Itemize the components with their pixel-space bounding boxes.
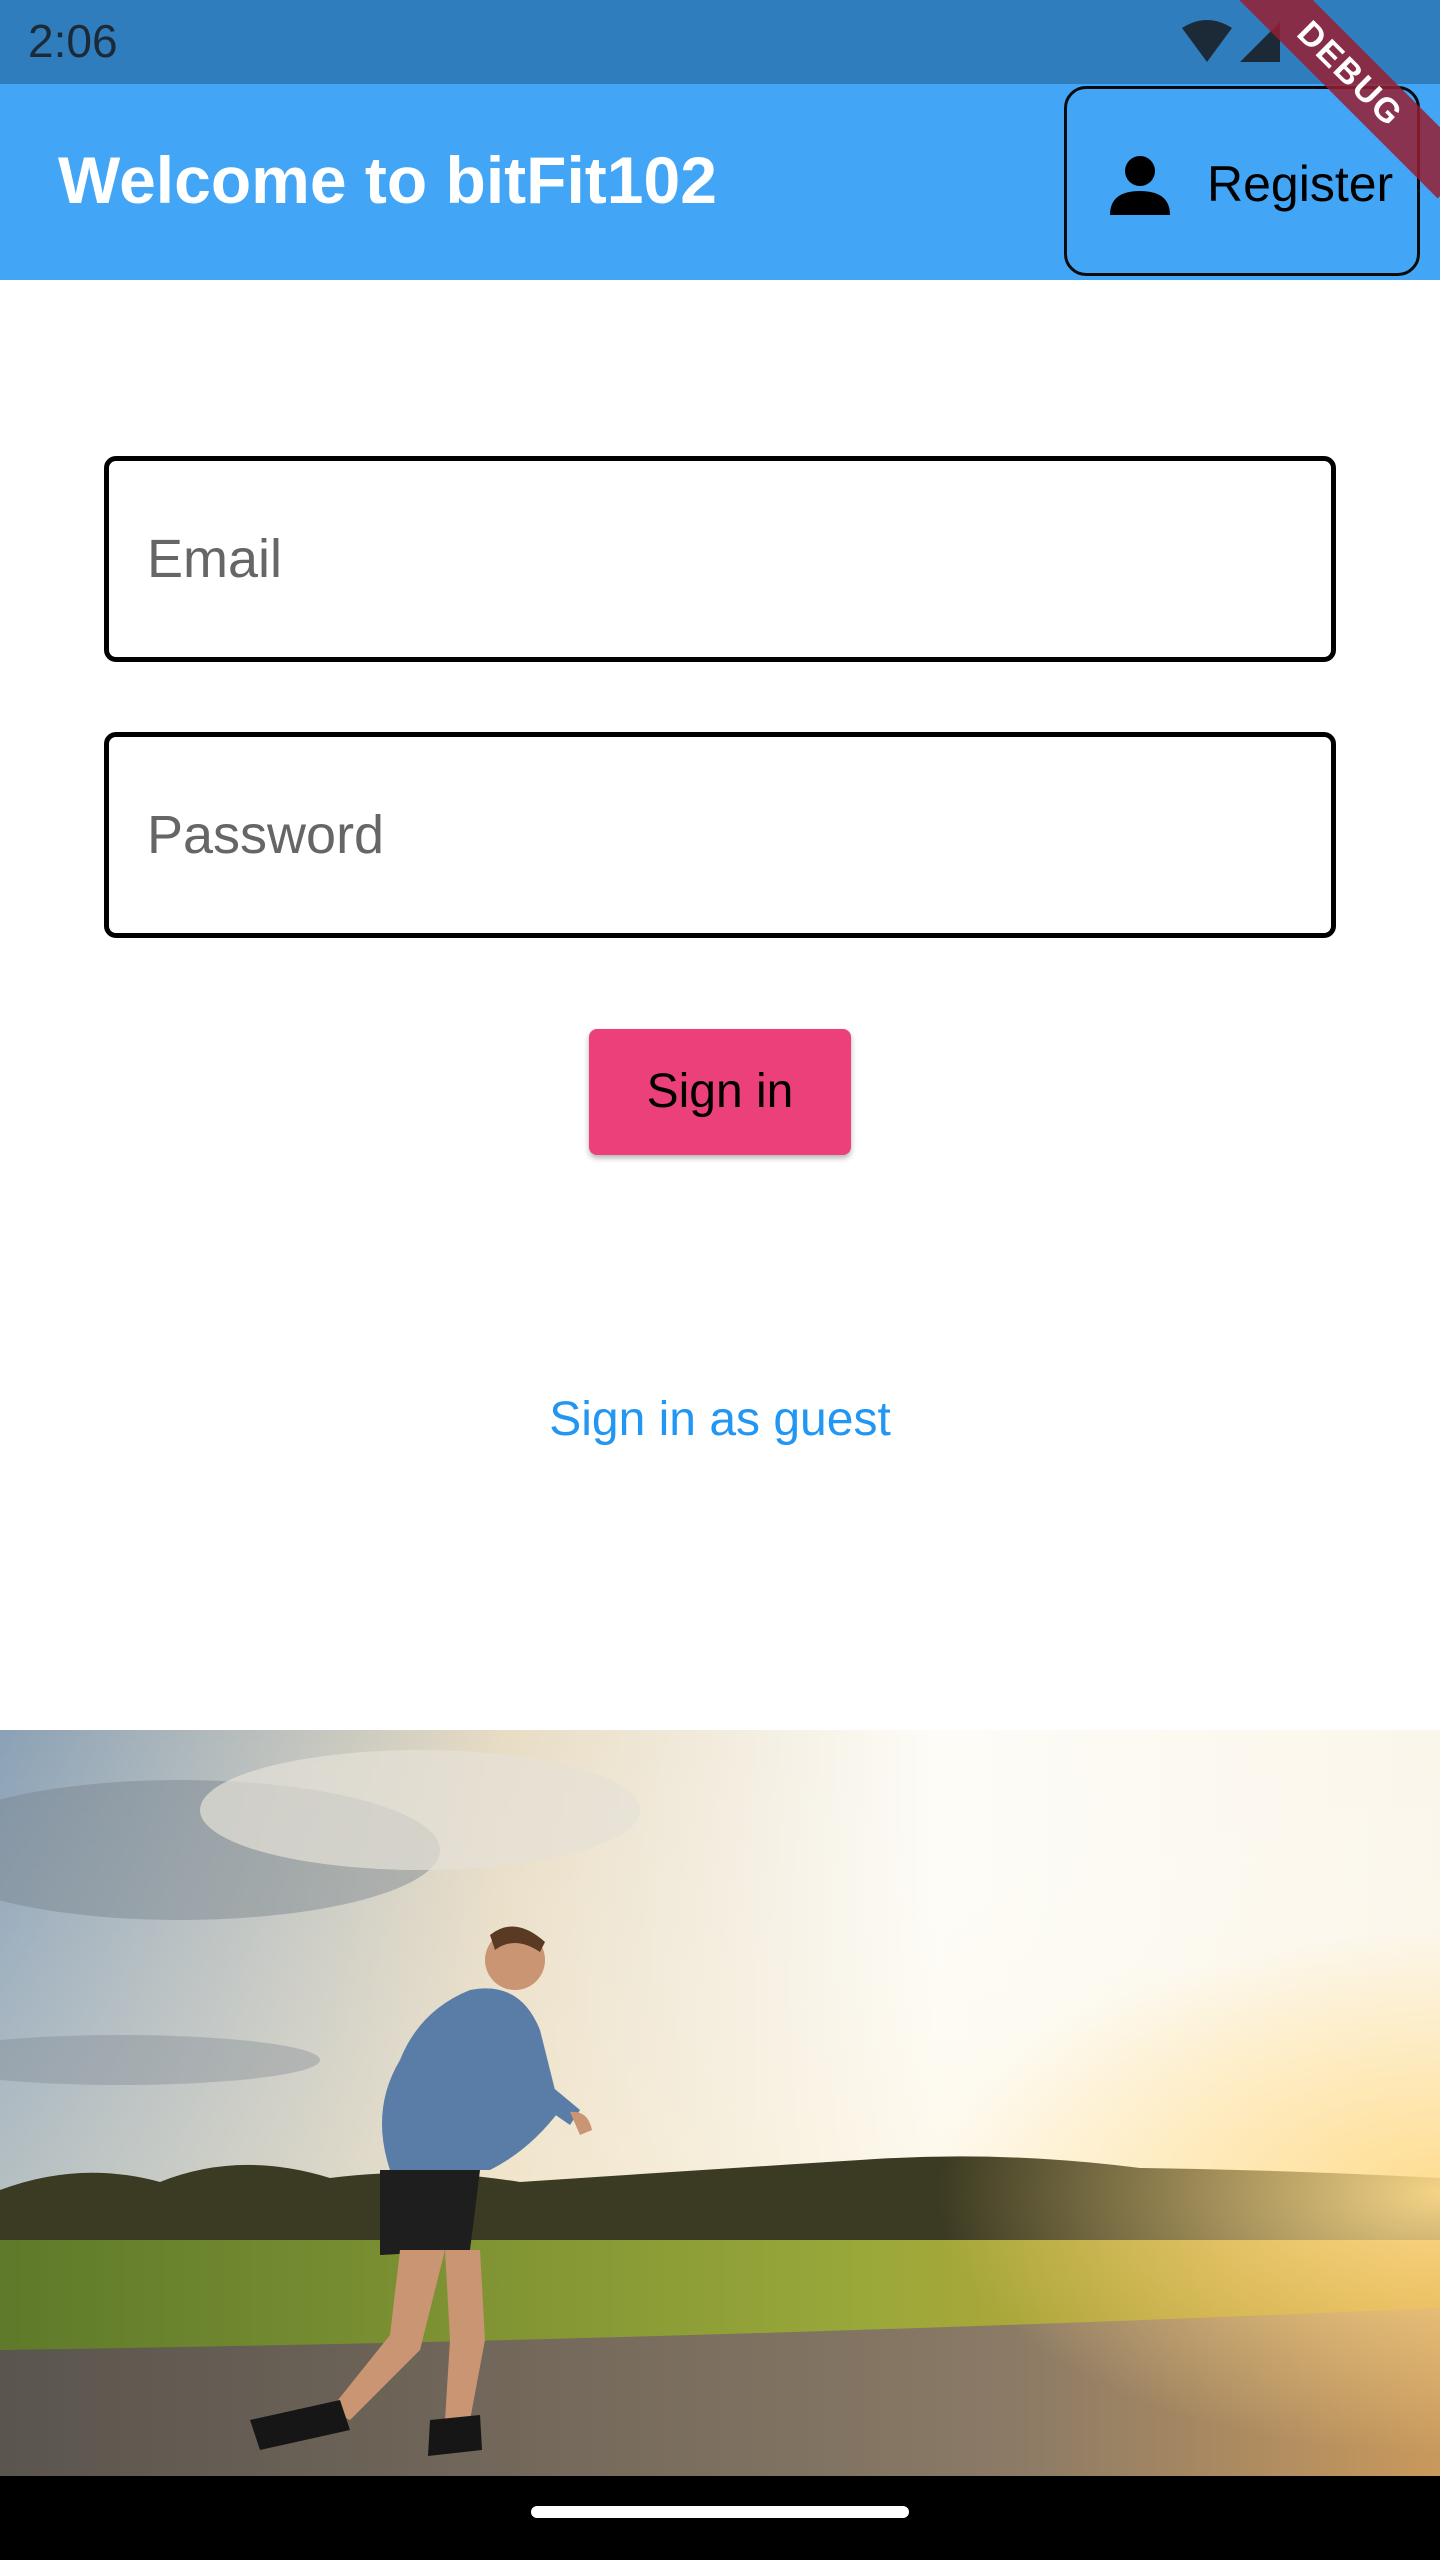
status-time: 2:06 xyxy=(28,15,118,67)
navigation-bar xyxy=(0,2476,1440,2560)
app-bar: Welcome to bitFit102 Register xyxy=(0,84,1440,280)
sign-in-label: Sign in xyxy=(646,1065,794,1118)
person-icon xyxy=(1110,156,1170,215)
runner-photo-illustration xyxy=(0,1730,1440,2476)
sign-in-button[interactable]: Sign in xyxy=(589,1029,851,1155)
app-title: Welcome to bitFit102 xyxy=(58,143,717,217)
home-gesture-handle[interactable] xyxy=(531,2506,909,2518)
register-button[interactable]: Register xyxy=(1064,86,1420,276)
sign-in-as-guest-link[interactable]: Sign in as guest xyxy=(420,1392,1020,1464)
register-label: Register xyxy=(1207,156,1394,212)
email-input[interactable] xyxy=(147,461,1287,657)
status-icons xyxy=(1182,20,1280,62)
password-field[interactable] xyxy=(104,732,1336,938)
cellular-signal-icon xyxy=(1240,22,1280,62)
status-bar: 2:06 xyxy=(0,0,1440,84)
login-screen: 2:06 Welcome to bitFit102 Register DEBUG… xyxy=(0,0,1440,2560)
email-field[interactable] xyxy=(104,456,1336,662)
password-input[interactable] xyxy=(147,737,1287,933)
wifi-icon xyxy=(1182,20,1232,62)
runner-photo xyxy=(0,1730,1440,2476)
